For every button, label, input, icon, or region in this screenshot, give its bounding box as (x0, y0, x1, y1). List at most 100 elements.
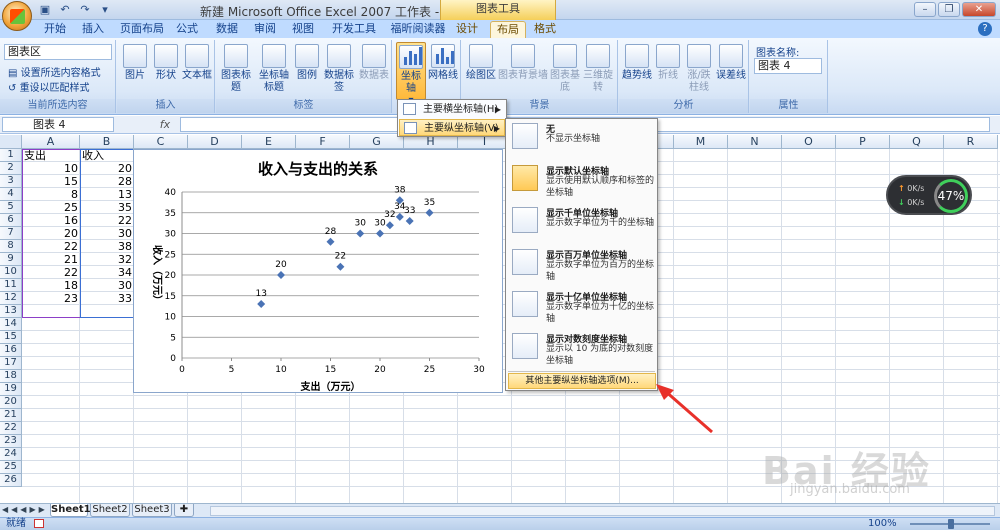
vertical-axis-option-4[interactable]: 显示百万单位坐标轴 显示数字单位为百万的坐标轴 (508, 247, 656, 287)
updown-bars-button[interactable]: 涨/跌柱线 (683, 44, 715, 94)
row-header-15[interactable]: 15 (0, 331, 22, 344)
column-header-R[interactable]: R (944, 135, 998, 149)
cell-A5[interactable]: 25 (22, 201, 80, 214)
row-header-14[interactable]: 14 (0, 318, 22, 331)
vertical-axis-option-2[interactable]: 显示默认坐标轴 显示使用默认顺序和标签的坐标轴 (508, 163, 656, 203)
row-header-22[interactable]: 22 (0, 422, 22, 435)
tab-view[interactable]: 视图 (288, 21, 318, 38)
tab-insert[interactable]: 插入 (78, 21, 108, 38)
cell-A6[interactable]: 16 (22, 214, 80, 227)
data-table-button[interactable]: 数据表 (358, 44, 390, 82)
cell-B1[interactable]: 收入 (80, 149, 134, 162)
cell-A11[interactable]: 18 (22, 279, 80, 292)
insert-shapes-button[interactable]: 形状 (151, 44, 181, 82)
row-header-23[interactable]: 23 (0, 435, 22, 448)
sheet-tab-1[interactable]: Sheet1 (50, 504, 91, 517)
column-header-E[interactable]: E (242, 135, 296, 149)
tab-review[interactable]: 审阅 (250, 21, 280, 38)
row-header-20[interactable]: 20 (0, 396, 22, 409)
row-header-1[interactable]: 1 (0, 149, 22, 162)
tab-design[interactable]: 设计 (452, 21, 482, 38)
cell-A2[interactable]: 10 (22, 162, 80, 175)
scatter-chart[interactable]: 收入与支出的关系 0 5 10 15 20 25 30 35 40 0 5 10 15 20 25 30 支出（… (133, 149, 503, 393)
row-header-25[interactable]: 25 (0, 461, 22, 474)
tab-page-layout[interactable]: 页面布局 (116, 21, 168, 38)
cell-A7[interactable]: 20 (22, 227, 80, 240)
insert-picture-button[interactable]: 图片 (121, 44, 149, 82)
cell-A8[interactable]: 22 (22, 240, 80, 253)
column-header-B[interactable]: B (80, 135, 134, 149)
vertical-axis-option-5[interactable]: 显示十亿单位坐标轴 显示数字单位为十亿的坐标轴 (508, 289, 656, 329)
cell-A9[interactable]: 21 (22, 253, 80, 266)
row-header-24[interactable]: 24 (0, 448, 22, 461)
column-header-P[interactable]: P (836, 135, 890, 149)
column-header-I[interactable]: I (458, 135, 512, 149)
chart-title-button[interactable]: 图表标题 (218, 44, 254, 94)
column-header-O[interactable]: O (782, 135, 836, 149)
gridlines-button[interactable]: 网格线 (428, 44, 458, 82)
cell-B10[interactable]: 34 (80, 266, 134, 279)
office-button[interactable] (2, 1, 32, 31)
chart-floor-button[interactable]: 图表基底 (550, 44, 580, 94)
tab-data[interactable]: 数据 (212, 21, 242, 38)
row-header-6[interactable]: 6 (0, 214, 22, 227)
cell-B12[interactable]: 33 (80, 292, 134, 305)
column-header-N[interactable]: N (728, 135, 782, 149)
column-header-G[interactable]: G (350, 135, 404, 149)
row-header-4[interactable]: 4 (0, 188, 22, 201)
cell-B3[interactable]: 28 (80, 175, 134, 188)
row-header-8[interactable]: 8 (0, 240, 22, 253)
insert-sheet-icon[interactable]: ✚ (174, 504, 194, 517)
undo-icon[interactable]: ↶ (58, 3, 72, 17)
cell-B11[interactable]: 30 (80, 279, 134, 292)
redo-icon[interactable]: ↷ (78, 3, 92, 17)
tab-format[interactable]: 格式 (530, 21, 560, 38)
row-header-3[interactable]: 3 (0, 175, 22, 188)
sheet-tab-3[interactable]: Sheet3 (132, 504, 172, 517)
row-header-10[interactable]: 10 (0, 266, 22, 279)
vertical-axis-option-1[interactable]: 无不显示坐标轴 (508, 121, 656, 161)
chart-name-input[interactable]: 图表 4 (754, 58, 822, 74)
row-header-21[interactable]: 21 (0, 409, 22, 422)
cell-A3[interactable]: 15 (22, 175, 80, 188)
data-labels-button[interactable]: 数据标签 (320, 44, 358, 94)
close-button[interactable]: ✕ (962, 2, 996, 17)
column-header-A[interactable]: A (22, 135, 80, 149)
legend-button[interactable]: 图例 (294, 44, 320, 82)
cell-B9[interactable]: 32 (80, 253, 134, 266)
vertical-axis-option-6[interactable]: 显示对数刻度坐标轴 显示以 10 为底的对数刻度坐标轴 (508, 331, 656, 371)
row-header-5[interactable]: 5 (0, 201, 22, 214)
cell-B8[interactable]: 38 (80, 240, 134, 253)
cell-A4[interactable]: 8 (22, 188, 80, 201)
cell-B5[interactable]: 35 (80, 201, 134, 214)
row-header-18[interactable]: 18 (0, 370, 22, 383)
3d-rotation-button[interactable]: 三维旋转 (580, 44, 616, 94)
cell-B6[interactable]: 22 (80, 214, 134, 227)
cell-A1[interactable]: 支出 (22, 149, 80, 162)
row-header-11[interactable]: 11 (0, 279, 22, 292)
plot-area-button[interactable]: 绘图区 (464, 44, 498, 82)
lines-button[interactable]: 折线 (653, 44, 683, 82)
row-header-9[interactable]: 9 (0, 253, 22, 266)
insert-function-icon[interactable]: fx (150, 117, 180, 132)
minimize-button[interactable]: – (914, 2, 936, 17)
zoom-level[interactable]: 100% (868, 518, 897, 530)
sheet-nav-arrows-icon[interactable]: ◀◀◀▶▶ (2, 505, 48, 514)
restore-button[interactable]: ❐ (938, 2, 960, 17)
horizontal-scrollbar[interactable] (210, 506, 995, 516)
axes-button[interactable]: 坐标轴▾ (396, 42, 426, 106)
vertical-axis-option-3[interactable]: 显示千单位坐标轴 显示数字单位为千的坐标轴 (508, 205, 656, 245)
row-header-16[interactable]: 16 (0, 344, 22, 357)
tab-developer[interactable]: 开发工具 (328, 21, 380, 38)
column-header-M[interactable]: M (674, 135, 728, 149)
cell-A12[interactable]: 23 (22, 292, 80, 305)
column-header-H[interactable]: H (404, 135, 458, 149)
select-all-corner[interactable] (0, 135, 22, 149)
cell-A10[interactable]: 22 (22, 266, 80, 279)
column-header-C[interactable]: C (134, 135, 188, 149)
column-header-Q[interactable]: Q (890, 135, 944, 149)
help-icon[interactable]: ? (978, 22, 992, 36)
sheet-tab-2[interactable]: Sheet2 (90, 504, 130, 517)
more-vertical-axis-options[interactable]: 其他主要纵坐标轴选项(M)... (508, 373, 656, 389)
error-bars-button[interactable]: 误差线 (715, 44, 747, 82)
